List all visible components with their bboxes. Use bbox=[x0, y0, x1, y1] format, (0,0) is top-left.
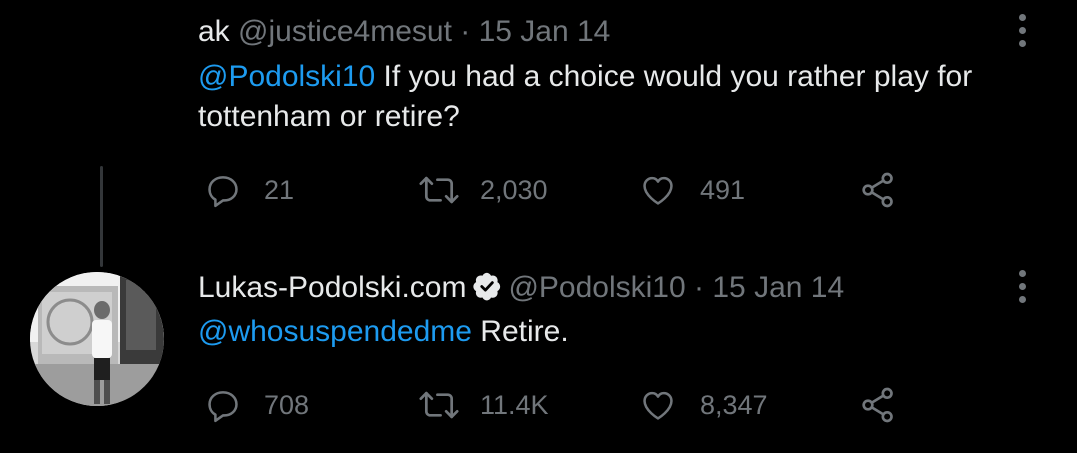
tweet-1-like-button[interactable]: 491 bbox=[638, 170, 745, 210]
tweet-2-retweet-count: 11.4K bbox=[480, 389, 549, 420]
more-vertical-icon[interactable] bbox=[1019, 270, 1029, 309]
tweet-2-mention[interactable]: @whosuspendedme bbox=[198, 315, 472, 348]
heart-icon bbox=[643, 176, 673, 205]
tweet-2-author-name[interactable]: Lukas-Podolski.com bbox=[198, 271, 466, 304]
tweet-2-retweet-button[interactable]: 11.4K bbox=[416, 385, 549, 425]
tweet-1-header: ak @justice4mesut · 15 Jan 14 bbox=[198, 14, 610, 50]
share-icon bbox=[862, 387, 893, 423]
tweet-2-text: @whosuspendedme Retire. bbox=[198, 312, 1038, 352]
tweet-1-retweet-count: 2,030 bbox=[480, 174, 548, 205]
tweet-2-body: Retire. bbox=[471, 315, 569, 348]
retweet-icon bbox=[419, 176, 459, 204]
tweet-2-reply-button[interactable]: 708 bbox=[204, 385, 309, 425]
tweet-2-share-button[interactable] bbox=[858, 385, 898, 425]
tweet-1-like-count: 491 bbox=[700, 174, 746, 205]
tweet-1-reply-button[interactable]: 21 bbox=[204, 170, 294, 210]
tweet-2-header: Lukas-Podolski.com @Podolski10 · 15 Jan … bbox=[198, 270, 844, 306]
tweet-2-date[interactable]: 15 Jan 14 bbox=[712, 271, 844, 304]
tweet-2-reply-count: 708 bbox=[264, 389, 310, 420]
tweet-2-like-button[interactable]: 8,347 bbox=[638, 385, 768, 425]
avatar[interactable] bbox=[30, 272, 164, 406]
thread-connector-line bbox=[100, 166, 103, 267]
tweet-1-date[interactable]: 15 Jan 14 bbox=[479, 15, 611, 48]
tweet-1-mention[interactable]: @Podolski10 bbox=[198, 60, 375, 93]
heart-icon bbox=[643, 391, 673, 420]
tweet-2-actions: 708 11.4K 8,347 bbox=[198, 385, 958, 425]
reply-icon bbox=[208, 176, 238, 208]
retweet-icon bbox=[419, 391, 459, 419]
tweet-1-text: @Podolski10 If you had a choice would yo… bbox=[198, 57, 1038, 137]
tweet-1-actions: 21 2,030 491 bbox=[198, 170, 958, 210]
tweet-2-separator: · bbox=[694, 271, 705, 304]
reply-icon bbox=[208, 391, 238, 423]
tweet-1-separator: · bbox=[460, 15, 471, 48]
tweet-1-retweet-button[interactable]: 2,030 bbox=[416, 170, 548, 210]
more-vertical-icon[interactable] bbox=[1019, 14, 1029, 53]
tweet-1-reply-count: 21 bbox=[264, 174, 295, 205]
tweet-1-author-handle[interactable]: @justice4mesut bbox=[238, 15, 452, 48]
tweet-2-author-handle[interactable]: @Podolski10 bbox=[508, 271, 685, 304]
share-icon bbox=[862, 172, 893, 208]
tweet-1-share-button[interactable] bbox=[858, 170, 898, 210]
tweet-1-author-name[interactable]: ak bbox=[198, 15, 230, 48]
tweet-2-like-count: 8,347 bbox=[700, 389, 768, 420]
verified-badge-icon bbox=[473, 272, 501, 301]
